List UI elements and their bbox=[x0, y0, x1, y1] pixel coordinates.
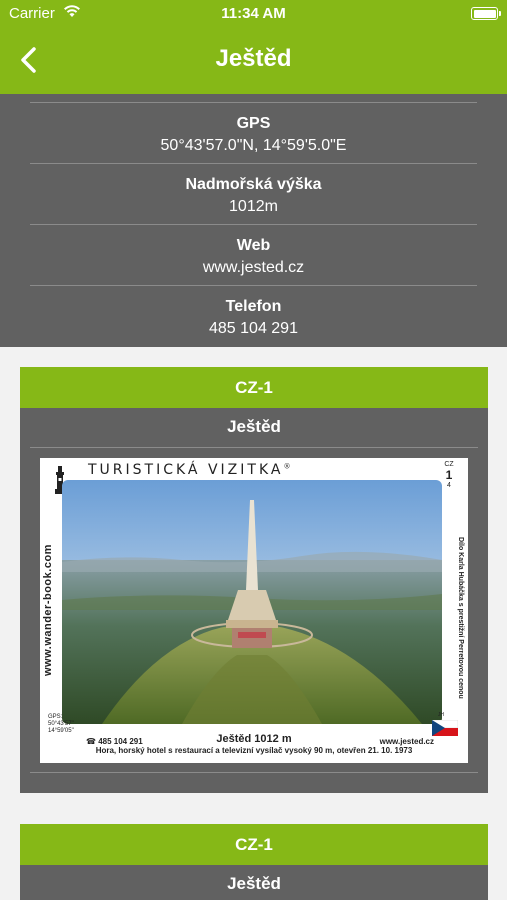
card-brand: TURISTICKÁ VIZITKA® bbox=[88, 462, 290, 478]
info-value: 1012m bbox=[229, 198, 278, 215]
card-gps-label: GPS: bbox=[48, 714, 63, 720]
page-title: Ještěd bbox=[215, 45, 292, 72]
info-row-web: Web www.jested.cz bbox=[30, 224, 477, 285]
card-side-caption: Dílo Karla Hubáčka s prestižní Perretovo… bbox=[457, 537, 464, 699]
stamp-card[interactable]: CZ-1 Ještěd TURISTICKÁ VIZITKA® CZ 1 4 w… bbox=[20, 367, 488, 793]
top-bar: Carrier 11:34 AM Ještěd bbox=[0, 0, 507, 94]
info-row-altitude: Nadmořská výška 1012m bbox=[30, 163, 477, 224]
card-brand-text: TURISTICKÁ VIZITKA bbox=[88, 462, 284, 478]
card-gps: GPS: 50°43'57" 14°59'05" bbox=[48, 714, 74, 735]
card-name: Ještěd bbox=[30, 408, 478, 448]
info-label: Telefon bbox=[225, 298, 282, 315]
card-body: Ještěd TURISTICKÁ VIZITKA® CZ 1 4 www.wa… bbox=[20, 408, 488, 793]
stamp-card[interactable]: CZ-1 Ještěd bbox=[20, 824, 488, 900]
info-value[interactable]: 485 104 291 bbox=[30, 319, 477, 339]
battery-icon bbox=[471, 7, 501, 20]
info-label: Web bbox=[236, 237, 271, 254]
info-row-gps: GPS 50°43'57.0"N, 14°59'5.0"E bbox=[30, 102, 477, 163]
status-time: 11:34 AM bbox=[221, 5, 286, 22]
info-value: 50°43'57.0"N, 14°59'5.0"E bbox=[160, 137, 347, 154]
info-panel: GPS 50°43'57.0"N, 14°59'5.0"E Nadmořská … bbox=[0, 94, 507, 347]
tourist-card-image[interactable]: TURISTICKÁ VIZITKA® CZ 1 4 www.wander-bo… bbox=[40, 458, 468, 763]
card-code: CZ-1 bbox=[20, 824, 488, 865]
card-image-wrapper: TURISTICKÁ VIZITKA® CZ 1 4 www.wander-bo… bbox=[30, 448, 478, 773]
card-number: 1 bbox=[445, 468, 453, 482]
info-label: Nadmořská výška bbox=[185, 176, 322, 193]
info-label: GPS bbox=[236, 115, 271, 132]
card-body: Ještěd bbox=[20, 865, 488, 900]
status-bar: Carrier 11:34 AM bbox=[0, 0, 507, 30]
card-side-website: www.wander-book.com bbox=[42, 544, 54, 676]
navigation-bar: Ještěd bbox=[0, 30, 507, 94]
flag-code: JH bbox=[437, 712, 444, 718]
mountain-photo bbox=[62, 480, 442, 724]
card-code: CZ-1 bbox=[20, 367, 488, 408]
card-gps-lat: 50°43'57" bbox=[48, 721, 74, 727]
card-name: Ještěd bbox=[30, 865, 478, 900]
card-description: Hora, horský hotel s restaurací a televi… bbox=[95, 746, 413, 755]
card-brand-mark: ® bbox=[283, 462, 291, 471]
czech-flag-icon bbox=[432, 720, 458, 736]
info-row-phone: Telefon 485 104 291 bbox=[30, 285, 477, 346]
card-number-country: CZ bbox=[444, 461, 454, 468]
info-value[interactable]: www.jested.cz bbox=[30, 258, 477, 278]
card-bottom-spacer bbox=[30, 773, 478, 793]
card-web: www.jested.cz bbox=[379, 737, 434, 746]
